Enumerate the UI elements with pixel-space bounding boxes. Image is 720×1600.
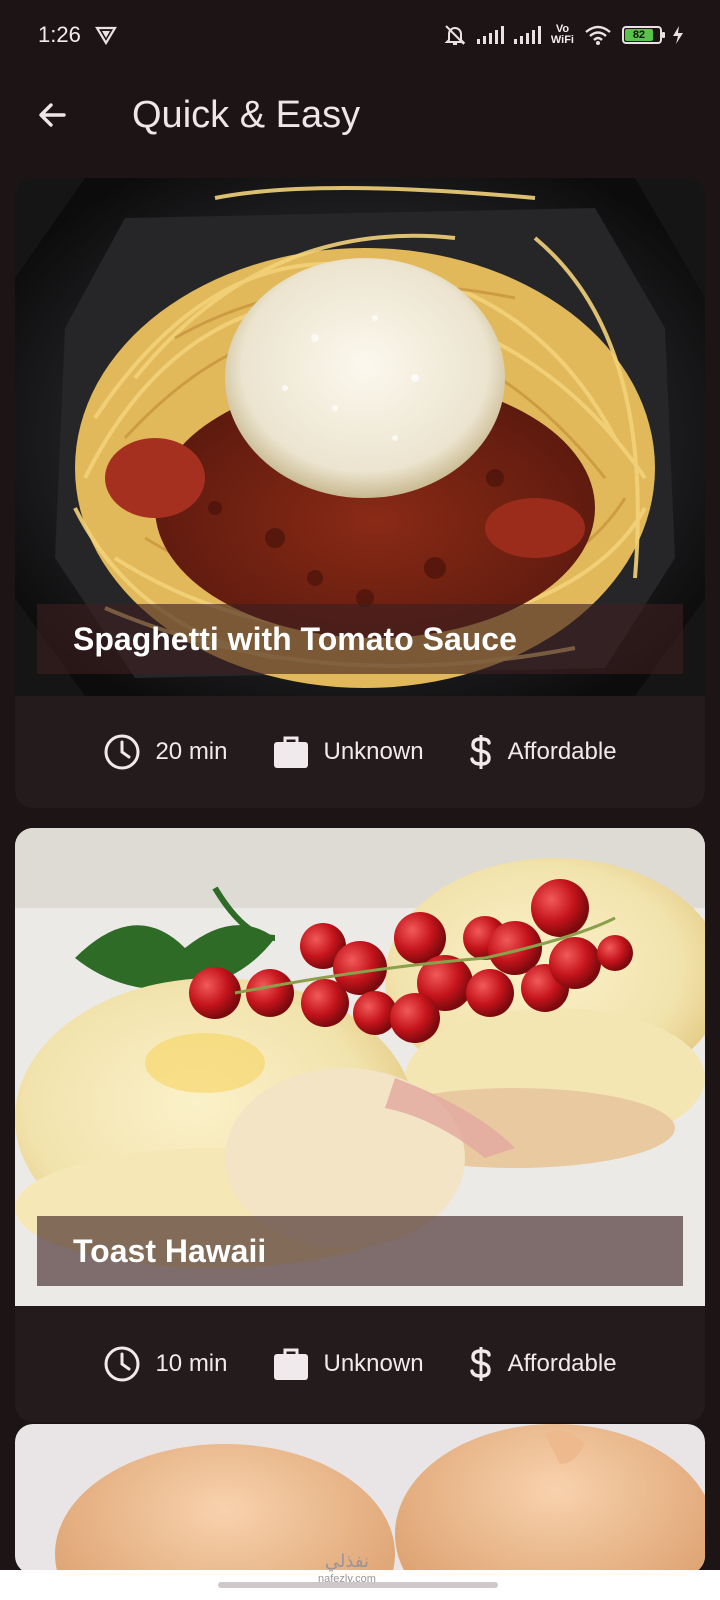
duration-value: 10 min: [155, 1350, 228, 1377]
recipe-image-spaghetti: Spaghetti with Tomato Sauce: [15, 178, 705, 696]
briefcase-icon: [273, 736, 308, 768]
recipe-card-spaghetti[interactable]: Spaghetti with Tomato Sauce 20 min Unkno…: [15, 178, 705, 808]
recipe-card-toast-hawaii[interactable]: Toast Hawaii 10 min Unknown Affordable: [15, 828, 705, 1422]
signal-2-icon: [513, 26, 541, 44]
home-indicator[interactable]: [218, 1582, 498, 1588]
arrow-left-icon: [39, 103, 66, 127]
app-bar: Quick & Easy: [0, 70, 720, 160]
bell-muted-icon: [444, 25, 466, 45]
vowifi-label: Vo WiFi: [550, 23, 574, 46]
dollar-icon: [469, 735, 491, 769]
page-title: Quick & Easy: [132, 93, 361, 136]
complexity: Unknown: [272, 1346, 424, 1382]
affordability: Affordable: [468, 1345, 617, 1383]
status-bar: 1:26 Vo WiFi 82: [0, 0, 720, 70]
dollar-icon: [469, 1347, 491, 1381]
complexity-value: Unknown: [323, 738, 424, 765]
briefcase-icon: [273, 1348, 308, 1380]
affordability: Affordable: [468, 733, 617, 771]
signal-1-icon: [476, 26, 504, 44]
recipe-title: Spaghetti with Tomato Sauce: [73, 620, 517, 657]
recipe-title-band: Spaghetti with Tomato Sauce: [37, 604, 683, 674]
status-time: 1:26: [38, 22, 81, 47]
recipe-meta: 20 min Unknown Affordable: [15, 696, 705, 808]
back-button[interactable]: [22, 85, 82, 145]
clock-icon: [104, 734, 140, 770]
vpn-icon: [94, 26, 117, 45]
wifi-icon: [585, 25, 611, 45]
charging-icon: [673, 26, 683, 44]
affordability-value: Affordable: [507, 738, 617, 765]
battery-level: 82: [625, 29, 653, 41]
status-right: Vo WiFi 82: [443, 23, 684, 47]
status-left: 1:26: [38, 22, 117, 48]
recipe-title-band: Toast Hawaii: [37, 1216, 683, 1286]
clock-icon: [104, 1346, 140, 1382]
recipe-image-toast-hawaii: Toast Hawaii: [15, 828, 705, 1306]
duration-value: 20 min: [155, 738, 228, 765]
complexity: Unknown: [272, 734, 424, 770]
recipe-meta: 10 min Unknown Affordable: [15, 1306, 705, 1422]
duration: 10 min: [103, 1345, 228, 1383]
duration: 20 min: [103, 733, 228, 771]
recipe-title: Toast Hawaii: [73, 1232, 267, 1269]
affordability-value: Affordable: [507, 1350, 617, 1377]
complexity-value: Unknown: [323, 1350, 424, 1377]
battery-icon: 82: [622, 26, 665, 44]
